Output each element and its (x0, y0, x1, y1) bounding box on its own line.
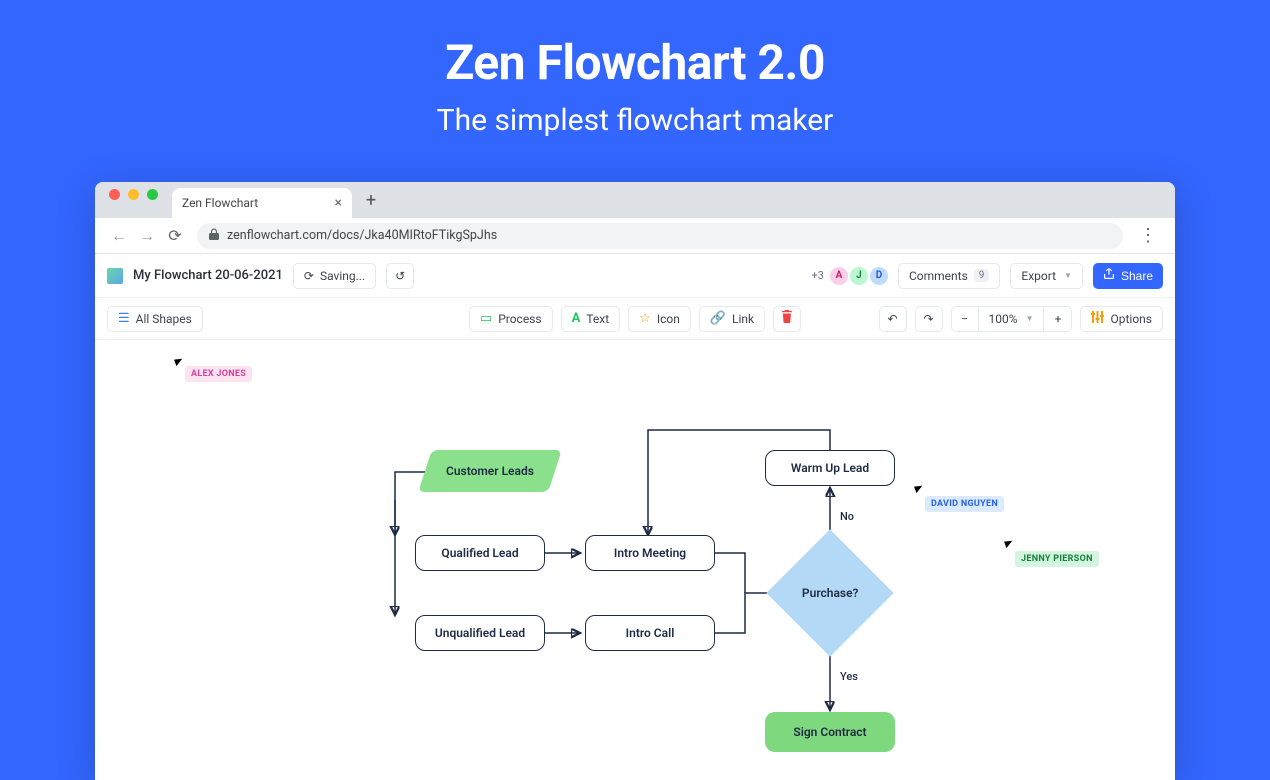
collaborator-avatars[interactable]: +3 A J D (812, 267, 888, 285)
node-customer-leads[interactable]: Customer Leads (418, 450, 562, 492)
close-window-icon[interactable] (109, 189, 120, 200)
app-logo-icon[interactable] (107, 268, 123, 284)
lock-icon (209, 228, 219, 244)
minimize-window-icon[interactable] (128, 189, 139, 200)
share-button[interactable]: Share (1093, 263, 1163, 289)
node-label: Qualified Lead (441, 546, 518, 560)
shapes-label: All Shapes (136, 312, 192, 326)
flowchart-canvas[interactable]: Customer Leads Qualified Lead Unqualifie… (95, 340, 1175, 780)
cursor-tag-david: DAVID NGUYEN (925, 496, 1004, 512)
editor-toolbar: ☰ All Shapes ▭ Process A Text ☆ Icon 🔗 L… (95, 298, 1175, 340)
history-icon: ↺ (395, 269, 405, 283)
chevron-down-icon: ▼ (1026, 314, 1034, 323)
redo-button[interactable]: ↷ (915, 306, 943, 332)
node-label: Customer Leads (446, 464, 534, 478)
process-icon: ▭ (480, 311, 492, 326)
history-button[interactable]: ↺ (386, 263, 414, 289)
saving-label: Saving... (320, 269, 365, 283)
url-input[interactable]: zenflowchart.com/docs/Jka40MIRtoFTikgSpJ… (197, 223, 1123, 249)
window-controls[interactable] (95, 189, 172, 212)
node-sign-contract[interactable]: Sign Contract (765, 712, 895, 752)
comments-button[interactable]: Comments 9 (898, 263, 1000, 289)
export-label: Export (1021, 269, 1056, 283)
node-label: Intro Call (626, 626, 675, 640)
export-button[interactable]: Export ▼ (1010, 263, 1083, 289)
avatar-d: D (870, 267, 888, 285)
hero-subtitle: The simplest flowchart maker (0, 103, 1270, 138)
text-label: Text (586, 312, 609, 326)
zoom-value: 100% (989, 312, 1018, 326)
star-icon: ☆ (639, 311, 651, 326)
cursor-tag-jenny: JENNY PIERSON (1015, 551, 1099, 567)
text-icon: A (572, 311, 581, 326)
forward-button[interactable]: → (133, 222, 161, 250)
url-text: zenflowchart.com/docs/Jka40MIRtoFTikgSpJ… (227, 228, 497, 243)
app-header: My Flowchart 20-06-2021 ⟳ Saving... ↺ +3… (95, 254, 1175, 298)
maximize-window-icon[interactable] (147, 189, 158, 200)
comments-label: Comments (909, 269, 968, 283)
back-button[interactable]: ← (105, 222, 133, 250)
browser-menu-icon[interactable]: ⋮ (1131, 225, 1165, 246)
node-label: Unqualified Lead (435, 626, 525, 640)
process-tool[interactable]: ▭ Process (469, 306, 553, 332)
new-tab-button[interactable]: + (358, 187, 384, 213)
undo-icon: ↶ (888, 312, 898, 326)
node-purchase oreo-decision[interactable]: Purchase? (766, 529, 893, 656)
document-title[interactable]: My Flowchart 20-06-2021 (133, 268, 283, 283)
shapes-dropdown[interactable]: ☰ All Shapes (107, 306, 203, 332)
zoom-out-button[interactable]: − (951, 306, 979, 332)
edge-label-no: No (840, 510, 854, 523)
edge-label-yes: Yes (840, 670, 858, 683)
avatar-j: J (850, 267, 868, 285)
share-icon (1103, 268, 1115, 283)
zoom-controls: − 100% ▼ + (951, 306, 1073, 332)
link-label: Link (732, 312, 754, 326)
hero-title: Zen Flowchart 2.0 (0, 34, 1270, 91)
text-tool[interactable]: A Text (561, 306, 621, 332)
node-label: Purchase? (802, 586, 859, 600)
process-label: Process (498, 312, 541, 326)
close-tab-icon[interactable]: × (335, 195, 342, 211)
trash-icon (781, 310, 793, 327)
node-intro-call[interactable]: Intro Call (585, 615, 715, 651)
zoom-level[interactable]: 100% ▼ (979, 306, 1045, 332)
tab-title: Zen Flowchart (182, 196, 258, 210)
comments-count: 9 (974, 269, 990, 282)
reload-button[interactable]: ⟳ (161, 222, 189, 250)
browser-tab[interactable]: Zen Flowchart × (172, 188, 352, 218)
refresh-icon: ⟳ (304, 269, 314, 283)
saving-status: ⟳ Saving... (293, 263, 376, 289)
sliders-icon (1091, 311, 1104, 327)
delete-tool[interactable] (773, 306, 801, 332)
link-icon: 🔗 (710, 311, 726, 326)
cursor-tag-alex: ALEX JONES (185, 366, 252, 382)
node-intro-meeting[interactable]: Intro Meeting (585, 535, 715, 571)
link-tool[interactable]: 🔗 Link (699, 306, 765, 332)
node-qualified-lead[interactable]: Qualified Lead (415, 535, 545, 571)
node-label: Intro Meeting (614, 546, 686, 560)
list-icon: ☰ (118, 311, 130, 326)
redo-icon: ↷ (924, 312, 934, 326)
avatar-a: A (830, 267, 848, 285)
share-label: Share (1121, 269, 1153, 283)
options-label: Options (1110, 312, 1152, 326)
icon-label: Icon (657, 312, 680, 326)
browser-window: Zen Flowchart × + ← → ⟳ zenflowchart.com… (95, 182, 1175, 780)
zoom-in-button[interactable]: + (1044, 306, 1072, 332)
node-unqualified-lead[interactable]: Unqualified Lead (415, 615, 545, 651)
node-label: Sign Contract (793, 725, 866, 739)
node-warm-up-lead[interactable]: Warm Up Lead (765, 450, 895, 486)
node-label: Warm Up Lead (791, 461, 869, 475)
options-button[interactable]: Options (1080, 306, 1163, 332)
icon-tool[interactable]: ☆ Icon (628, 306, 691, 332)
avatar-overflow: +3 (812, 269, 824, 282)
chevron-down-icon: ▼ (1064, 271, 1072, 280)
undo-button[interactable]: ↶ (879, 306, 907, 332)
address-bar: ← → ⟳ zenflowchart.com/docs/Jka40MIRtoFT… (95, 218, 1175, 254)
browser-tab-strip: Zen Flowchart × + (95, 182, 1175, 218)
